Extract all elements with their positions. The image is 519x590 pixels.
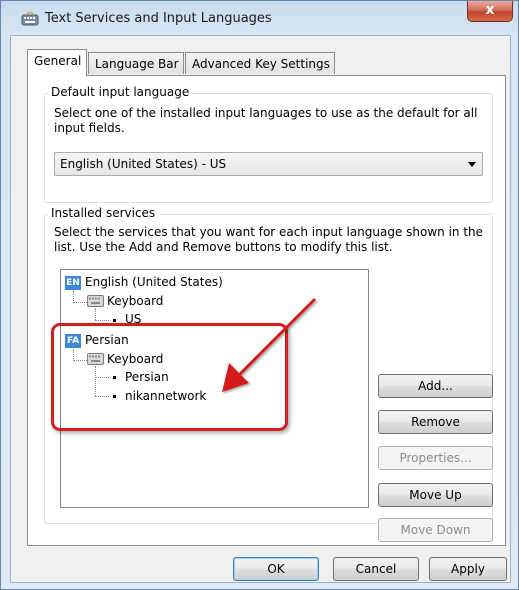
tab-general-label: General: [34, 54, 82, 68]
tab-general[interactable]: General: [27, 49, 87, 76]
annotation-arrow-icon: [222, 298, 316, 392]
